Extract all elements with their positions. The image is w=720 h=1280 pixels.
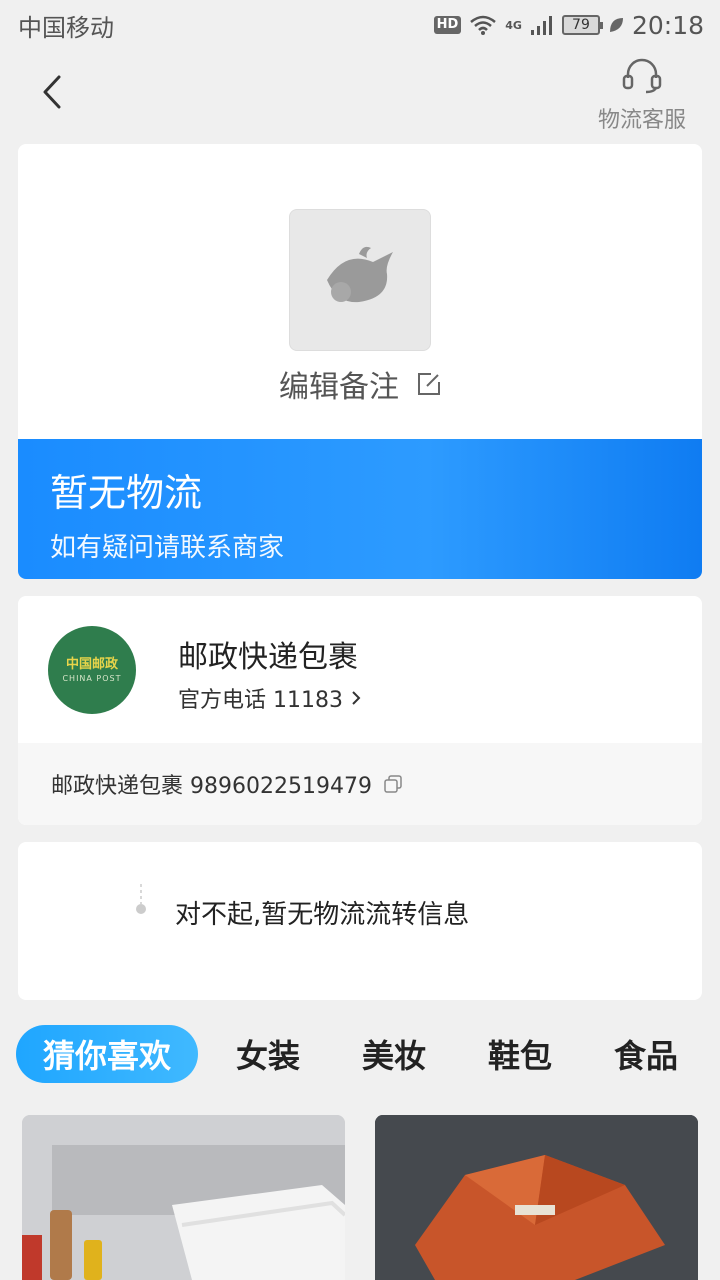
tab-food[interactable]: 食品 [608,1025,684,1083]
network-type: 4G [505,18,522,32]
package-thumbnail[interactable] [289,209,431,351]
product-image [22,1115,345,1280]
tracking-label: 邮政快递包裹 9896022519479 [51,774,372,799]
leaf-icon [609,18,623,32]
carrier-name: 中国移动 [18,13,114,42]
tab-guess-you-like[interactable]: 猜你喜欢 [16,1025,198,1083]
phone-label: 官方电话 11183 [178,688,343,713]
product-card[interactable] [375,1115,698,1280]
status-icons: HD 4G 79 20:18 [433,10,704,40]
signal-icon [530,16,552,35]
recommend-tabs: 猜你喜欢 女装 美妆 鞋包 食品 [0,1025,720,1085]
courier-phone-link[interactable]: 官方电话 11183 [178,682,361,714]
tab-bags[interactable]: 鞋包 [482,1025,558,1083]
logistics-status-banner: 暂无物流 如有疑问请联系商家 [18,439,702,579]
copy-icon[interactable] [384,775,402,793]
hd-badge: HD [433,16,462,34]
banner-subtitle: 如有疑问请联系商家 [50,533,285,563]
wifi-icon [470,15,497,35]
service-label: 物流客服 [597,108,686,133]
timeline-dot-icon [136,884,146,914]
edit-icon [418,373,440,395]
product-image [375,1115,698,1280]
courier-name: 邮政快递包裹 [178,640,358,675]
note-label: 编辑备注 [279,370,399,405]
logistics-service-button[interactable]: 物流客服 [594,56,690,134]
edit-note-button[interactable]: 编辑备注 [18,362,702,406]
china-post-logo: 中国邮政 CHINA POST [48,626,136,714]
product-card[interactable] [22,1115,345,1280]
package-card: 编辑备注 暂无物流 如有疑问请联系商家 [18,144,702,579]
logo-text: 中国邮政 [65,656,118,672]
headset-icon [622,58,662,94]
tab-womens[interactable]: 女装 [230,1025,306,1083]
banner-title: 暂无物流 [50,471,203,515]
chevron-left-icon [43,75,61,109]
tab-beauty[interactable]: 美妆 [356,1025,432,1083]
clock: 20:18 [631,10,704,40]
nav-bar: 物流客服 [0,50,720,140]
logo-subtext: CHINA POST [62,673,122,683]
courier-card: 中国邮政 CHINA POST 邮政快递包裹 官方电话 11183 邮政快递包裹… [18,596,702,825]
tracking-number-row: 邮政快递包裹 9896022519479 [18,743,702,825]
chevron-right-icon [352,691,361,705]
logistics-timeline-card: 对不起,暂无物流流转信息 [18,842,702,1000]
back-button[interactable] [30,68,74,116]
bird-placeholder-icon [327,246,393,303]
empty-logistics-message: 对不起,暂无物流流转信息 [175,900,470,930]
status-bar: 中国移动 HD 4G 79 20:18 [0,0,720,50]
battery-icon: 79 [561,15,603,35]
